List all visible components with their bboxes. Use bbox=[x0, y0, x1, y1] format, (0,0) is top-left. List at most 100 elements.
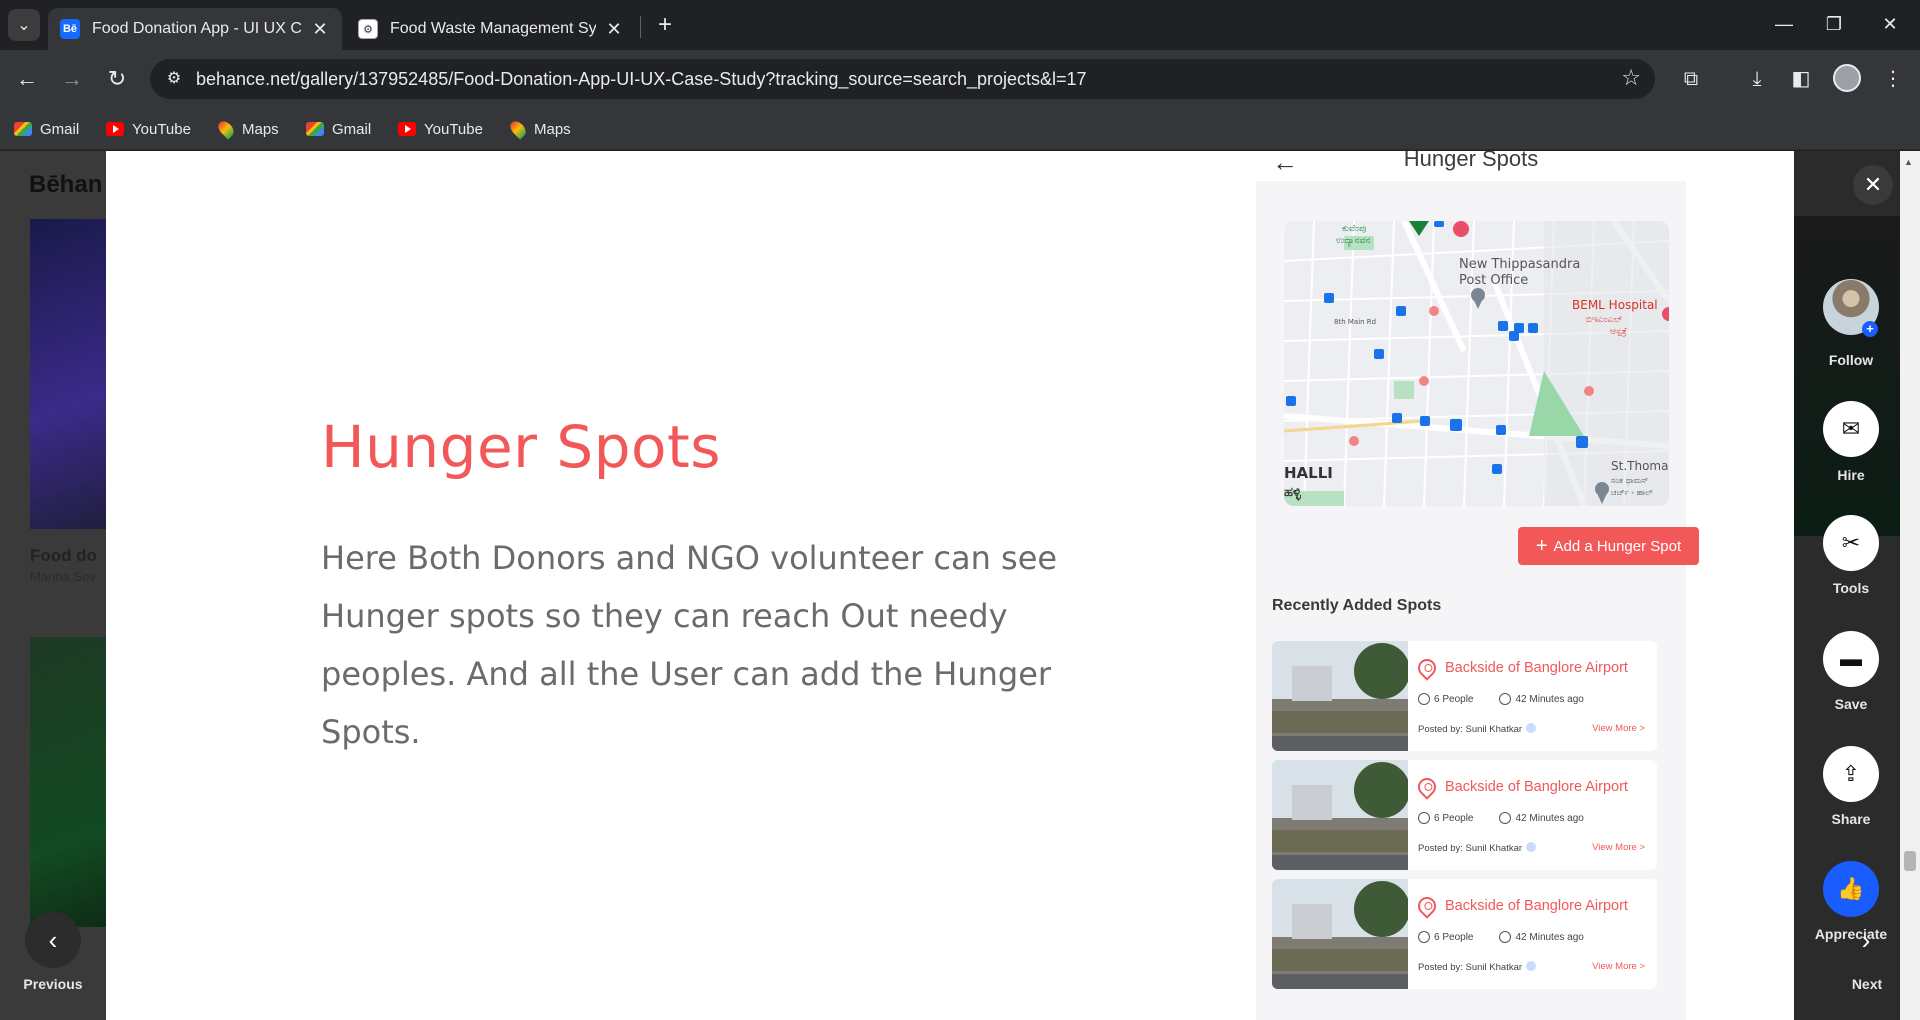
location-pin-icon bbox=[1414, 893, 1440, 919]
tools-label: Tools bbox=[1832, 580, 1870, 596]
location-pin-icon bbox=[1414, 655, 1440, 681]
bookmark-gmail[interactable]: Gmail bbox=[306, 118, 371, 140]
slide-headline: Hunger Spots bbox=[321, 413, 721, 481]
map-label: Post Office bbox=[1459, 273, 1528, 288]
new-tab-button[interactable]: + bbox=[650, 10, 680, 40]
plus-icon: + bbox=[1535, 534, 1548, 557]
side-panel-icon[interactable]: ◧ bbox=[1784, 62, 1818, 96]
folder-icon: ▬ bbox=[1840, 646, 1862, 671]
close-tab-icon[interactable]: ✕ bbox=[604, 19, 624, 40]
tab-title: Food Donation App - UI UX Cas bbox=[92, 20, 302, 37]
view-more-link[interactable]: View More > bbox=[1592, 842, 1645, 853]
close-project-button[interactable]: ✕ bbox=[1853, 165, 1893, 205]
project-thumbnail bbox=[30, 219, 106, 529]
spot-name-text: Backside of Banglore Airport bbox=[1445, 898, 1628, 914]
bookmark-maps[interactable]: Maps bbox=[215, 118, 279, 140]
address-bar[interactable]: ⚙ behance.net/gallery/137952485/Food-Don… bbox=[150, 59, 1655, 99]
spot-time: 42 Minutes ago bbox=[1515, 812, 1584, 824]
scroll-up-arrow[interactable]: ▲ bbox=[1904, 157, 1913, 167]
bookmark-gmail[interactable]: Gmail bbox=[14, 118, 79, 140]
site-info-icon[interactable]: ⚙ bbox=[162, 67, 186, 91]
envelope-icon: ✉ bbox=[1841, 416, 1861, 441]
spot-card: Backside of Banglore Airport 6 People 42… bbox=[1272, 641, 1657, 751]
next-button[interactable]: › bbox=[1838, 912, 1894, 968]
chevron-down-icon: ⌄ bbox=[17, 17, 31, 34]
close-window-button[interactable]: ✕ bbox=[1862, 8, 1918, 40]
bookmark-youtube[interactable]: YouTube bbox=[398, 118, 483, 140]
bookmarks-bar: Gmail YouTube Maps Gmail YouTube Maps bbox=[0, 108, 1920, 150]
back-button[interactable]: ← bbox=[10, 62, 44, 96]
save-button[interactable]: ▬ bbox=[1823, 631, 1879, 687]
bookmark-label: Maps bbox=[534, 120, 571, 138]
phone-mockup: ← Hunger Spots New Thippasandra Post Off… bbox=[1256, 151, 1699, 1020]
add-hunger-spot-button[interactable]: + Add a Hunger Spot bbox=[1518, 527, 1699, 565]
bookmark-maps[interactable]: Maps bbox=[507, 118, 571, 140]
slide-body: Here Both Donors and NGO volunteer can s… bbox=[321, 539, 1058, 751]
follow-plus-icon[interactable]: + bbox=[1862, 321, 1878, 337]
previous-button[interactable]: ‹ bbox=[25, 912, 81, 968]
spot-meta: 6 People 42 Minutes ago bbox=[1418, 931, 1584, 943]
chevron-right-icon: › bbox=[1861, 924, 1871, 955]
hire-label: Hire bbox=[1837, 467, 1865, 483]
bookmark-youtube[interactable]: YouTube bbox=[106, 118, 191, 140]
map-graphic: New Thippasandra Post Office BEML Hospit… bbox=[1284, 221, 1669, 506]
spot-people: 6 People bbox=[1434, 693, 1474, 705]
project-title: Food do bbox=[30, 546, 98, 565]
url-text[interactable]: behance.net/gallery/137952485/Food-Donat… bbox=[196, 69, 1087, 90]
behance-logo: Bēhan bbox=[29, 171, 103, 198]
phone-title: Hunger Spots bbox=[1403, 151, 1539, 171]
youtube-icon bbox=[106, 122, 124, 136]
profile-avatar[interactable] bbox=[1833, 64, 1861, 92]
tools-icon: ✂ bbox=[1841, 530, 1861, 555]
bookmark-star-icon[interactable]: ☆ bbox=[1621, 65, 1641, 91]
follow-label[interactable]: Follow bbox=[1796, 352, 1906, 368]
spot-time: 42 Minutes ago bbox=[1515, 693, 1584, 705]
spot-posted-by: Posted by: Sunil Khatkar bbox=[1418, 962, 1523, 973]
clock-icon bbox=[1499, 931, 1512, 943]
scrollbar[interactable] bbox=[1900, 151, 1920, 1020]
verified-icon bbox=[1526, 723, 1537, 733]
tab-search-button[interactable]: ⌄ bbox=[8, 9, 40, 41]
people-icon bbox=[1418, 931, 1430, 943]
restore-button[interactable]: ❐ bbox=[1806, 8, 1862, 40]
extensions-icon[interactable]: ⧉ bbox=[1674, 62, 1708, 96]
spot-posted-by: Posted by: Sunil Khatkar bbox=[1418, 843, 1523, 854]
navigation-toolbar: ← → ↻ ⚙ behance.net/gallery/137952485/Fo… bbox=[0, 50, 1920, 108]
close-tab-icon[interactable]: ✕ bbox=[310, 19, 330, 40]
share-icon: ⇪ bbox=[1841, 761, 1861, 786]
tab-bar: ⌄ Bē Food Donation App - UI UX Cas ✕ ⚙ F… bbox=[0, 0, 1920, 50]
spot-footer: Posted by: Sunil Khatkar View More > bbox=[1418, 842, 1653, 854]
download-icon[interactable]: ⤓ bbox=[1740, 62, 1774, 96]
maps-icon bbox=[507, 118, 529, 140]
share-label: Share bbox=[1831, 811, 1871, 827]
project-author: Marina Sov bbox=[30, 569, 96, 584]
map-label: New Thippasandra bbox=[1459, 257, 1580, 272]
tab-food-waste[interactable]: ⚙ Food Waste Management Syste ✕ bbox=[346, 8, 636, 50]
verified-icon bbox=[1526, 842, 1537, 852]
tab-food-donation[interactable]: Bē Food Donation App - UI UX Cas ✕ bbox=[48, 8, 342, 50]
hire-button[interactable]: ✉ bbox=[1823, 401, 1879, 457]
scrollbar-thumb[interactable] bbox=[1904, 851, 1916, 871]
forward-button[interactable]: → bbox=[55, 62, 89, 96]
appreciate-button[interactable]: 👍 bbox=[1823, 861, 1879, 917]
map-label: St.Thoma bbox=[1611, 459, 1668, 473]
menu-icon[interactable]: ⋮ bbox=[1876, 62, 1910, 96]
bookmark-label: YouTube bbox=[132, 120, 191, 138]
view-more-link[interactable]: View More > bbox=[1592, 961, 1645, 972]
minimize-button[interactable]: — bbox=[1756, 8, 1812, 40]
spot-posted-by: Posted by: Sunil Khatkar bbox=[1418, 724, 1523, 735]
tools-button[interactable]: ✂ bbox=[1823, 515, 1879, 571]
location-pin-icon bbox=[1414, 774, 1440, 800]
view-more-link[interactable]: View More > bbox=[1592, 723, 1645, 734]
clock-icon bbox=[1499, 693, 1512, 705]
map-label: HALLI bbox=[1284, 464, 1333, 482]
share-button[interactable]: ⇪ bbox=[1823, 746, 1879, 802]
spot-name: Backside of Banglore Airport bbox=[1414, 774, 1628, 800]
map-label: ಕುವೆಂಪು bbox=[1342, 224, 1367, 234]
maps-icon bbox=[215, 118, 237, 140]
reload-button[interactable]: ↻ bbox=[100, 62, 134, 96]
spot-people: 6 People bbox=[1434, 931, 1474, 943]
map-label: BEML Hospital bbox=[1572, 298, 1658, 312]
spot-name-text: Backside of Banglore Airport bbox=[1445, 660, 1628, 676]
map-label: ಉದ್ಯಾನವನ bbox=[1336, 236, 1370, 247]
